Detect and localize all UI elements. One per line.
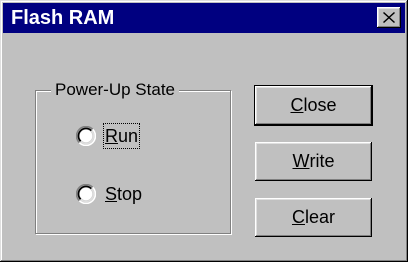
close-window-button[interactable] <box>377 7 401 28</box>
radio-run-label: Run <box>102 123 141 149</box>
close-button[interactable]: Close <box>255 86 372 125</box>
group-label: Power-Up State <box>51 79 179 101</box>
radio-circle-icon[interactable] <box>76 126 96 146</box>
title-bar[interactable]: Flash RAM <box>3 3 405 33</box>
radio-circle-icon[interactable] <box>76 184 96 204</box>
write-button[interactable]: Write <box>255 142 372 181</box>
flash-ram-dialog: Flash RAM Power-Up State Run Stop C lose… <box>0 0 408 262</box>
power-up-state-group: Power-Up State Run Stop <box>35 79 231 234</box>
clear-button[interactable]: Clear <box>255 198 372 237</box>
radio-run[interactable]: Run <box>76 123 141 149</box>
window-title: Flash RAM <box>11 7 115 29</box>
radio-stop[interactable]: Stop <box>76 183 142 205</box>
close-icon <box>383 12 395 23</box>
radio-stop-label: Stop <box>105 184 143 204</box>
